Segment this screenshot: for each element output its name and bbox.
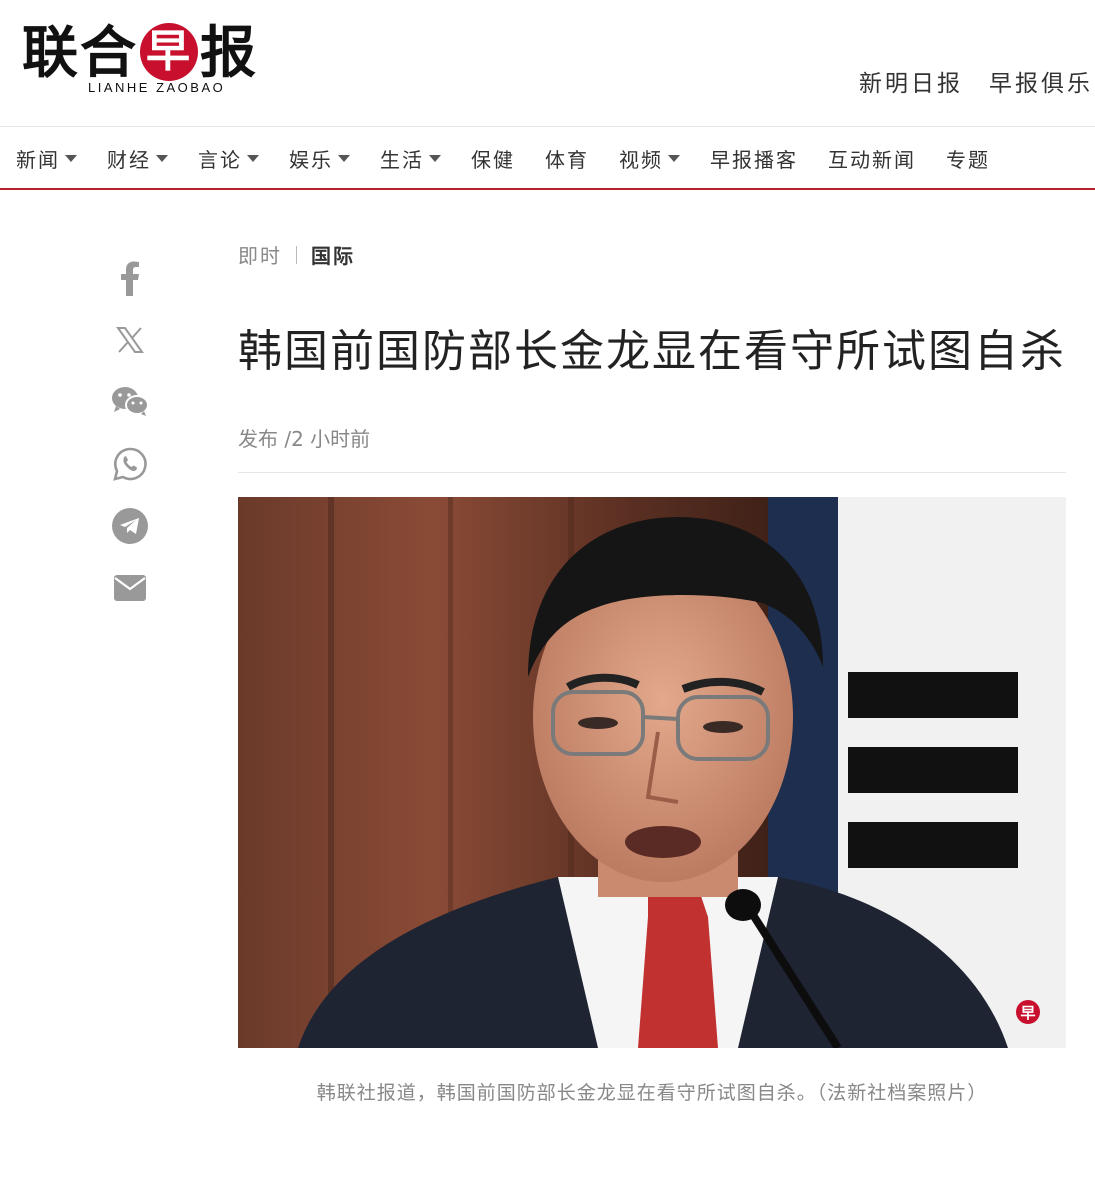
nav-item-video[interactable]: 视频: [619, 144, 680, 173]
main-nav: 新闻 财经 言论 娱乐 生活 保健 体育 视频 早报播客 互动新闻 专题: [0, 128, 1095, 190]
breadcrumb: 即时 国际: [238, 240, 1066, 269]
site-header: 联合早报 LIANHE ZAOBAO 新明日报 早报俱乐: [0, 0, 1095, 127]
chevron-down-icon: [156, 154, 168, 162]
chevron-down-icon: [338, 154, 350, 162]
logo-wordmark: 联合早报: [22, 20, 258, 86]
wechat-icon[interactable]: [110, 382, 150, 422]
breadcrumb-realtime[interactable]: 即时: [238, 240, 282, 269]
breadcrumb-international[interactable]: 国际: [311, 240, 355, 269]
nav-item-news[interactable]: 新闻: [16, 144, 77, 173]
breadcrumb-divider: [296, 245, 297, 264]
chevron-down-icon: [247, 154, 259, 162]
nav-item-lifestyle[interactable]: 生活: [380, 144, 441, 173]
logo-mark: 早: [140, 23, 198, 81]
nav-item-podcast[interactable]: 早报播客: [710, 144, 798, 173]
nav-item-interactive[interactable]: 互动新闻: [828, 144, 916, 173]
chevron-down-icon: [65, 154, 77, 162]
photo-caption: 韩联社报道，韩国前国防部长金龙显在看守所试图自杀。（法新社档案照片）: [316, 1082, 988, 1104]
telegram-icon[interactable]: [110, 506, 150, 546]
logo-english: LIANHE ZAOBAO: [88, 80, 226, 95]
top-link-zaobao-club[interactable]: 早报俱乐: [989, 64, 1093, 98]
email-icon[interactable]: [110, 568, 150, 608]
publish-time: 发布 /2 小时前: [238, 423, 1066, 473]
partner-links: 新明日报 早报俱乐: [859, 64, 1093, 98]
nav-item-finance[interactable]: 财经: [107, 144, 168, 173]
facebook-icon[interactable]: [110, 258, 150, 298]
whatsapp-icon[interactable]: [110, 444, 150, 484]
article-headline: 韩国前国防部长金龙显在看守所试图自杀: [238, 326, 1066, 377]
nav-item-entertainment[interactable]: 娱乐: [289, 144, 350, 173]
top-link-xinming[interactable]: 新明日报: [859, 64, 963, 98]
x-icon[interactable]: [110, 320, 150, 360]
nav-item-sports[interactable]: 体育: [545, 144, 589, 173]
chevron-down-icon: [668, 154, 680, 162]
site-logo[interactable]: 联合早报 LIANHE ZAOBAO: [22, 6, 302, 98]
nav-item-special[interactable]: 专题: [946, 144, 990, 173]
photo-watermark: 早: [1020, 1004, 1035, 1022]
nav-item-opinion[interactable]: 言论: [198, 144, 259, 173]
article-photo[interactable]: 早: [238, 497, 1066, 1048]
article: 即时 国际 韩国前国防部长金龙显在看守所试图自杀 发布 /2 小时前 早 韩联社…: [238, 240, 1066, 1105]
chevron-down-icon: [429, 154, 441, 162]
nav-item-health[interactable]: 保健: [471, 144, 515, 173]
share-rail: [110, 258, 150, 630]
photo-illustration: 早: [238, 497, 1066, 1048]
